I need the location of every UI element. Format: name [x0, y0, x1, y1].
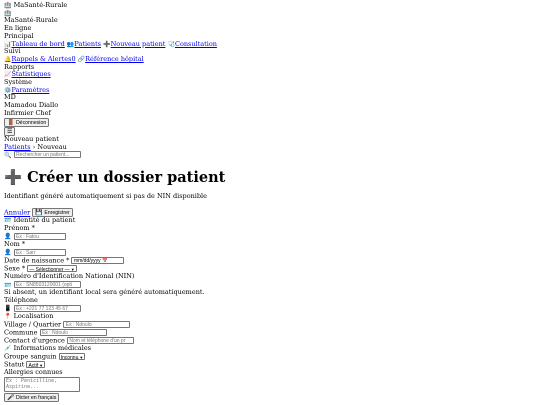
- stethoscope-icon: 🩺: [167, 40, 175, 48]
- last-name-input[interactable]: Ex : Sarr: [13, 248, 66, 256]
- dob-label: Date de naissance *: [4, 256, 70, 265]
- pin-icon: 📍: [4, 312, 12, 320]
- commune-input[interactable]: Ex : Ndoulo: [39, 328, 107, 336]
- nin-hint: Si absent, un identifiant local sera gén…: [4, 288, 205, 297]
- nav-patients-link[interactable]: 👥Patients: [67, 40, 101, 48]
- nav-reminders-link[interactable]: 🔔Rappels & Alertes0: [4, 55, 76, 63]
- syringe-icon: 💉: [4, 345, 12, 353]
- nav-hospital-ref-link[interactable]: 🔗Référence hôpital: [78, 55, 144, 63]
- allergies-textarea[interactable]: Ex : Pénicilline, Aspirine...: [4, 377, 80, 393]
- search-input[interactable]: Rechercher un patient...: [13, 151, 81, 159]
- hamburger-icon: ☰: [7, 127, 13, 135]
- breadcrumb-current: Nouveau: [37, 142, 67, 151]
- dob-input[interactable]: mm/dd/yyyy 📅: [71, 256, 125, 264]
- page-subtitle: Identifiant généré automatiquement si pa…: [4, 191, 207, 200]
- nav-new-patient-link[interactable]: ➕Nouveau patient: [103, 40, 165, 48]
- commune-label: Commune: [4, 328, 38, 337]
- search-icon: 🔍: [4, 151, 12, 159]
- blood-group-label: Groupe sanguin: [4, 352, 57, 361]
- first-name-label: Prénom *: [4, 224, 35, 233]
- connection-status: En ligne: [4, 24, 32, 33]
- plus-icon: ➕: [103, 40, 111, 48]
- dictate-button[interactable]: 🎤 Dicter en français: [4, 393, 60, 403]
- user-avatar: MD: [4, 93, 16, 102]
- allergies-label: Allergies connues: [4, 368, 63, 377]
- nav-row-principal: 📊Tableau de bord 👥Patients ➕Nouveau pati…: [4, 40, 540, 49]
- plus-icon: ➕: [4, 169, 23, 186]
- user-name: Mamadou Diallo: [4, 101, 59, 110]
- nav-consultation-link[interactable]: 🩺Consultation: [167, 40, 216, 48]
- microphone-icon: 🎤: [7, 394, 15, 402]
- blood-group-select[interactable]: Inconnu▼: [58, 352, 86, 361]
- nin-input[interactable]: Ex : SN8503120001 (opti: [13, 281, 81, 289]
- medical-section-title: 💉 Informations médicales: [4, 344, 92, 353]
- exit-door-icon: 🚪: [7, 118, 15, 126]
- calendar-icon: 📅: [102, 258, 108, 264]
- location-section-title: 📍 Localisation: [4, 311, 54, 320]
- breadcrumb-separator: ›: [32, 142, 36, 151]
- status-select[interactable]: Actif▼: [26, 361, 46, 369]
- brand-label: MaSanté-Rurale: [13, 1, 68, 9]
- nav-row-suivi: 🔔Rappels & Alertes0 🔗Référence hôpital: [4, 55, 540, 64]
- first-name-input[interactable]: Ex : Fatou: [13, 232, 66, 240]
- page-title: ➕ Créer un dossier patient: [4, 168, 226, 186]
- phone-input[interactable]: Ex : +221 77 123 45 67: [13, 304, 81, 312]
- person-icon: 👤: [4, 249, 12, 257]
- nav-section-systeme: Système: [4, 78, 32, 87]
- logout-button[interactable]: 🚪 Déconnexion: [4, 117, 50, 127]
- sex-select[interactable]: — Sélectionner —▼: [27, 265, 77, 273]
- floppy-disk-icon: 💾: [35, 209, 43, 217]
- phone-label: Téléphone: [4, 296, 38, 304]
- village-input[interactable]: Ex : Ndoulo: [63, 320, 131, 328]
- nav-section-rapports: Rapports: [4, 62, 35, 71]
- emergency-contact-input[interactable]: Nom et téléphone d'un pr: [66, 337, 134, 345]
- breadcrumb: Patients › Nouveau: [4, 142, 540, 152]
- hospital-icon: 🏥: [4, 2, 12, 9]
- village-label: Village / Quartier: [4, 320, 62, 329]
- reminders-count: 0: [71, 54, 76, 63]
- chevron-down-icon: ▼: [79, 354, 84, 360]
- topbar-page-label: Nouveau patient: [4, 134, 59, 143]
- nin-label: Numéro d'Identification National (NIN): [4, 272, 135, 281]
- brand-title: MaSanté-Rurale: [4, 16, 58, 25]
- user-role: Infirmier Chef: [4, 108, 51, 117]
- breadcrumb-patients-link[interactable]: Patients: [4, 143, 31, 151]
- last-name-label: Nom *: [4, 240, 26, 249]
- identity-section-title: 🪪 Identité du patient: [4, 216, 76, 225]
